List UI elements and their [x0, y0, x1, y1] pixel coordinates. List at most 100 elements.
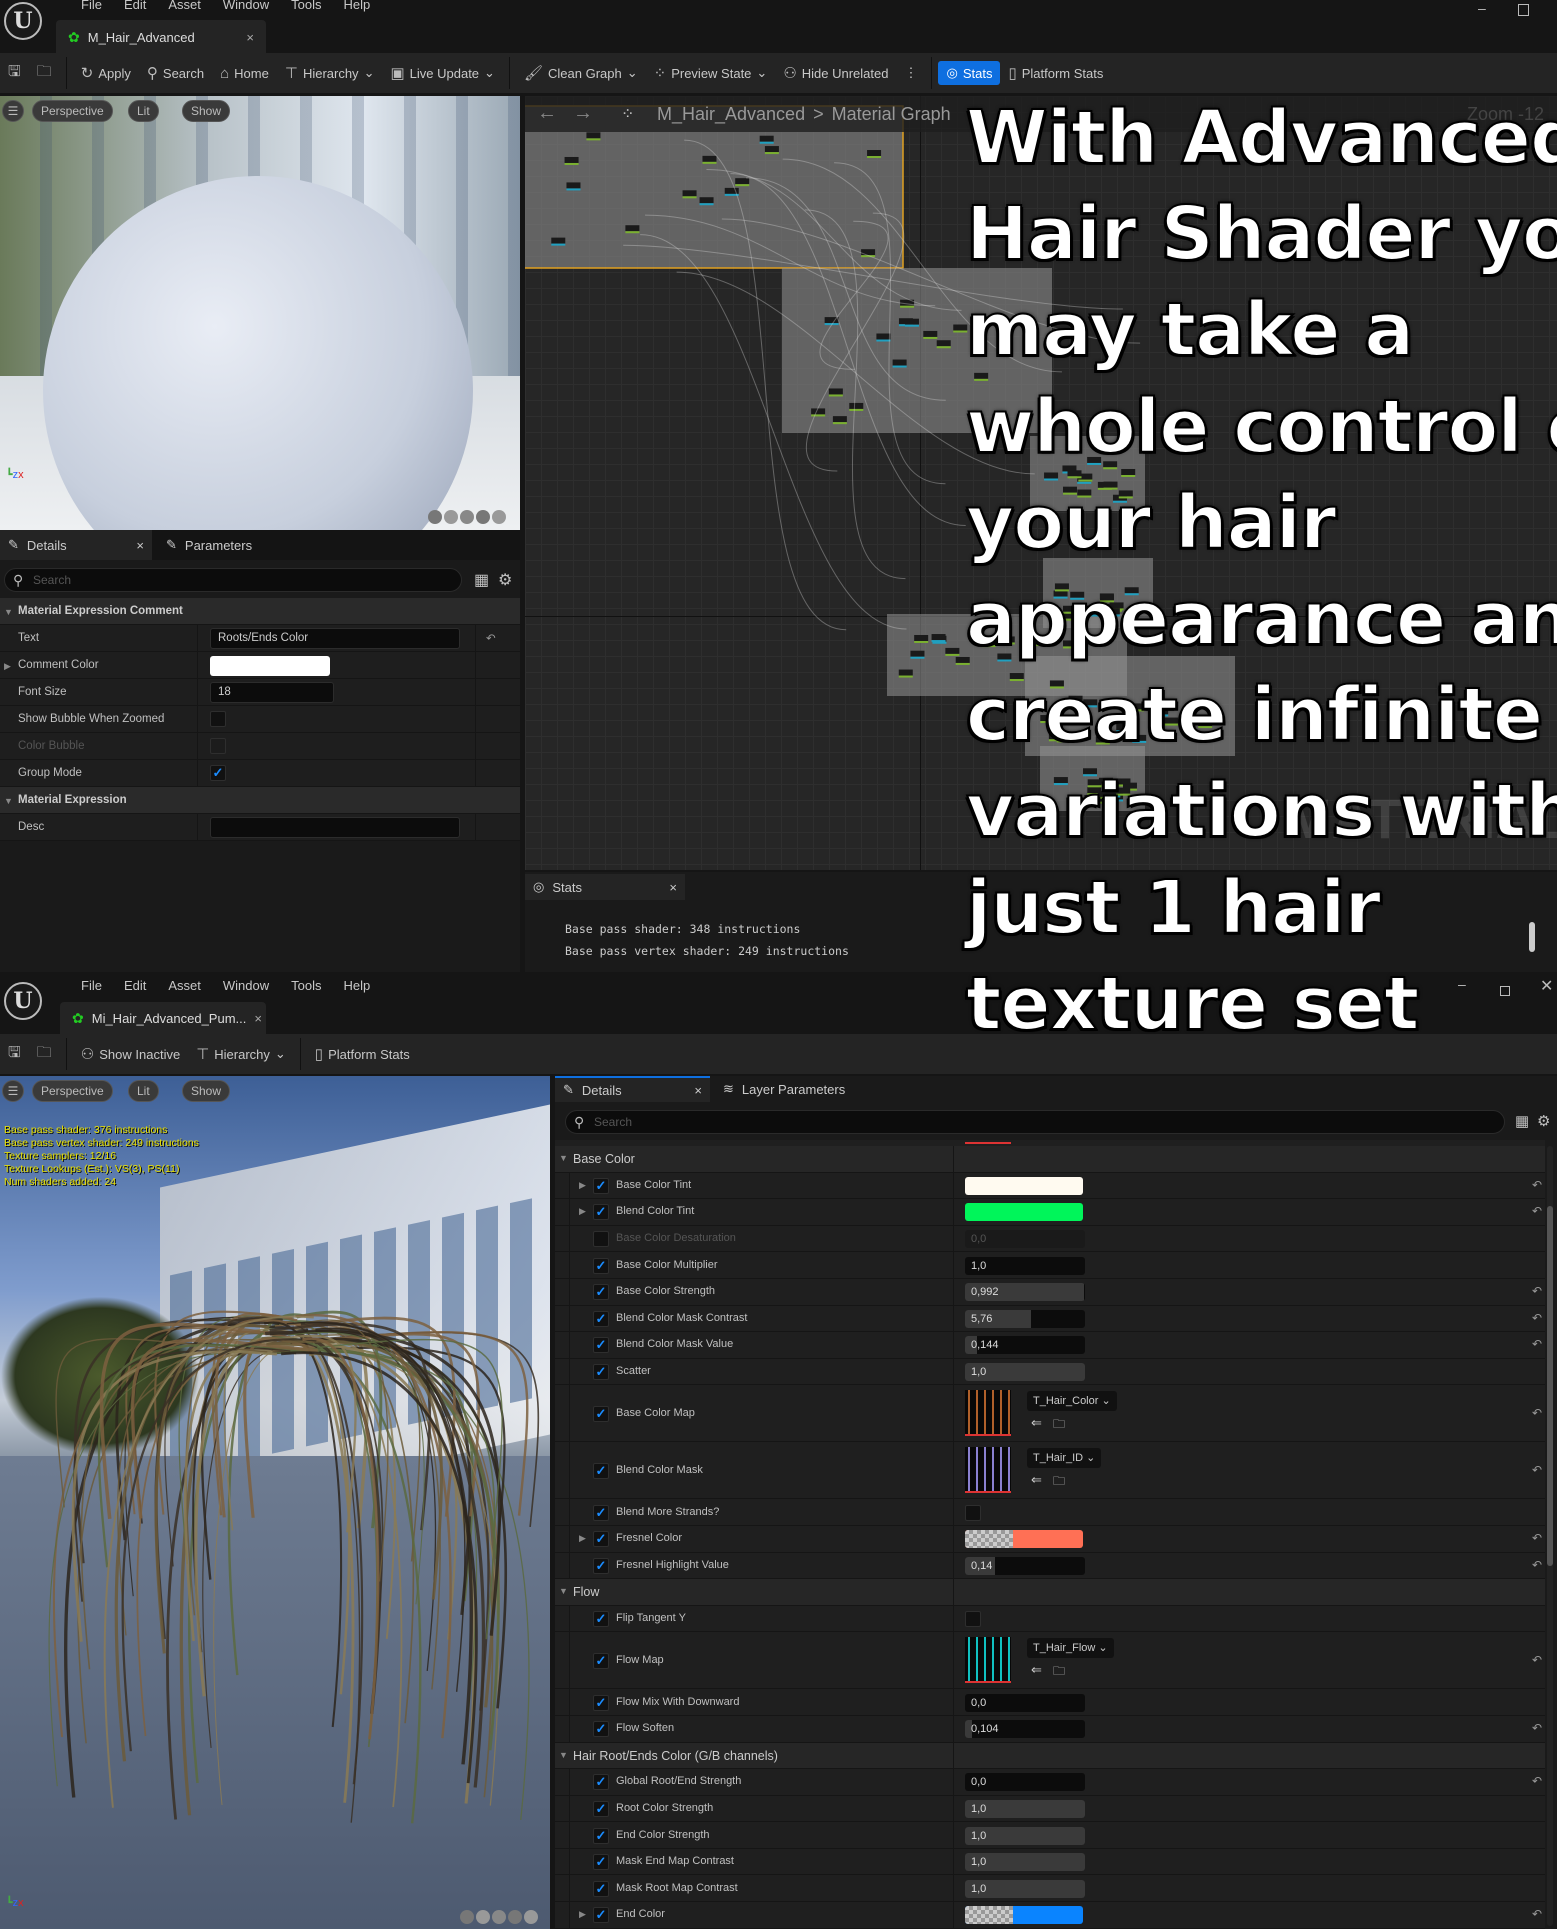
override-checkbox[interactable]: ✓	[593, 1557, 609, 1574]
menu-edit[interactable]: Edit	[113, 978, 157, 993]
reset-icon[interactable]: ↶	[1532, 1406, 1542, 1420]
maximize-icon[interactable]	[1518, 4, 1529, 16]
graph-node-pin[interactable]	[936, 346, 951, 349]
hide-unrelated-button[interactable]: ⚇ Hide Unrelated	[775, 60, 896, 86]
override-checkbox[interactable]: ✓	[593, 1611, 609, 1628]
graph-node-pin[interactable]	[1198, 726, 1213, 729]
save-button[interactable]: 🖫	[0, 1038, 29, 1071]
graph-node-pin[interactable]	[997, 659, 1012, 662]
graph-node-pin[interactable]	[1060, 618, 1075, 621]
graph-node-pin[interactable]	[764, 152, 779, 155]
graph-node-pin[interactable]	[702, 161, 717, 164]
expand-icon[interactable]: ▶	[579, 1180, 586, 1191]
graph-node-pin[interactable]	[1106, 795, 1121, 798]
reset-icon[interactable]: ↶	[1532, 1531, 1542, 1545]
graph-node[interactable]	[1040, 715, 1055, 722]
reset-icon[interactable]: ↶	[1532, 1907, 1542, 1921]
font-size-field[interactable]: 18	[210, 682, 334, 703]
menu-help[interactable]: Help	[332, 0, 381, 12]
graph-node[interactable]	[586, 132, 601, 139]
override-checkbox[interactable]: ✓	[593, 1284, 609, 1301]
preview-shape-buttons[interactable]	[428, 510, 506, 524]
forward-arrow-icon[interactable]: →	[573, 102, 593, 125]
expand-icon[interactable]: ▶	[579, 1533, 586, 1544]
menu-tools[interactable]: Tools	[280, 0, 332, 12]
tab-layer-parameters[interactable]: ≋ Layer Parameters	[715, 1076, 853, 1102]
graph-node-pin[interactable]	[876, 339, 891, 342]
preview-viewport[interactable]: ☰ Perspective Lit Show Base pass shader:…	[0, 1076, 550, 1929]
graph-node-pin[interactable]	[1053, 596, 1068, 599]
graph-node[interactable]	[955, 656, 970, 663]
value-field[interactable]: 0,14	[965, 1556, 1085, 1575]
graph-node[interactable]	[953, 324, 968, 331]
graph-node-pin[interactable]	[566, 188, 581, 191]
menu-file[interactable]: File	[70, 978, 113, 993]
graph-node-pin[interactable]	[955, 662, 970, 665]
graph-node[interactable]	[1121, 468, 1136, 475]
graph-node-pin[interactable]	[1087, 785, 1102, 788]
tab-mi-hair-advanced[interactable]: ✿ Mi_Hair_Advanced_Pum... ×	[60, 1002, 266, 1034]
section-material-expression-comment[interactable]: ▼ Material Expression Comment	[0, 598, 520, 625]
override-checkbox[interactable]: ✓	[593, 1721, 609, 1738]
graph-node[interactable]	[1067, 470, 1082, 477]
details-search-input[interactable]: ⚲ Search	[565, 1110, 1505, 1134]
menu-edit[interactable]: Edit	[113, 0, 157, 12]
graph-node[interactable]	[551, 237, 566, 244]
graph-node-pin[interactable]	[1130, 709, 1145, 712]
override-checkbox[interactable]: ✓	[593, 1827, 609, 1844]
graph-node[interactable]	[1083, 699, 1098, 706]
texture-thumbnail[interactable]	[965, 1637, 1011, 1684]
graph-node-pin[interactable]	[945, 653, 960, 656]
scrollbar[interactable]	[1547, 1146, 1553, 1926]
close-icon[interactable]: ×	[246, 30, 254, 45]
graph-node-pin[interactable]	[1000, 642, 1015, 645]
override-checkbox[interactable]: ✓	[593, 1337, 609, 1354]
graph-node-pin[interactable]	[1071, 613, 1086, 616]
override-checkbox[interactable]	[593, 1231, 609, 1248]
breadcrumb-asset[interactable]: M_Hair_Advanced	[657, 104, 805, 125]
group-mode-checkbox[interactable]: ✓	[210, 765, 226, 781]
minimize-icon[interactable]: –	[1458, 976, 1466, 992]
graph-node[interactable]	[1000, 636, 1015, 643]
graph-node-pin[interactable]	[586, 138, 601, 141]
table-view-icon[interactable]: ▦	[1515, 1112, 1529, 1130]
graph-node-pin[interactable]	[910, 656, 925, 659]
override-checkbox[interactable]: ✓	[593, 1204, 609, 1221]
details-search-input[interactable]: ⚲ Search	[4, 568, 462, 592]
use-selected-icon[interactable]: ⇐	[1031, 1662, 1042, 1678]
close-icon[interactable]: ×	[669, 880, 677, 895]
override-checkbox[interactable]: ✓	[593, 1907, 609, 1924]
gear-icon[interactable]: ⚙	[1537, 1112, 1550, 1130]
value-field[interactable]: 1,0	[965, 1799, 1085, 1818]
reset-icon[interactable]: ↶	[1532, 1463, 1542, 1477]
graph-node[interactable]	[759, 135, 774, 142]
graph-node-pin[interactable]	[1087, 462, 1102, 465]
graph-node[interactable]	[910, 650, 925, 657]
texture-picker[interactable]: T_Hair_Flow ⌄	[1027, 1638, 1114, 1659]
graph-node[interactable]	[1198, 720, 1213, 727]
perspective-button[interactable]: Perspective	[32, 100, 113, 122]
override-checkbox[interactable]: ✓	[593, 1504, 609, 1521]
override-checkbox[interactable]: ✓	[593, 1800, 609, 1817]
browse-button[interactable]: 🗀	[29, 57, 60, 90]
override-checkbox[interactable]: ✓	[593, 1257, 609, 1274]
show-bubble-checkbox[interactable]	[210, 711, 226, 727]
graph-node[interactable]	[974, 372, 989, 379]
viewport-menu-button[interactable]: ☰	[2, 1080, 24, 1102]
value-field[interactable]: 0,0	[965, 1773, 1085, 1792]
hierarchy-dropdown[interactable]: ⊤ Hierarchy ⌄	[277, 60, 383, 86]
graph-node[interactable]	[1109, 602, 1124, 609]
graph-node-pin[interactable]	[682, 196, 697, 199]
graph-node[interactable]	[945, 647, 960, 654]
graph-node[interactable]	[828, 388, 843, 395]
graph-node[interactable]	[1087, 779, 1102, 786]
graph-node-pin[interactable]	[1116, 730, 1131, 733]
graph-node-pin[interactable]	[1068, 701, 1083, 704]
graph-node-pin[interactable]	[1116, 793, 1131, 796]
graph-node[interactable]	[735, 178, 750, 185]
platform-stats-button[interactable]: ▯ Platform Stats	[307, 1041, 418, 1067]
graph-node[interactable]	[892, 359, 907, 366]
graph-node-pin[interactable]	[1009, 679, 1024, 682]
graph-node-pin[interactable]	[867, 156, 882, 159]
graph-node[interactable]	[931, 634, 946, 641]
